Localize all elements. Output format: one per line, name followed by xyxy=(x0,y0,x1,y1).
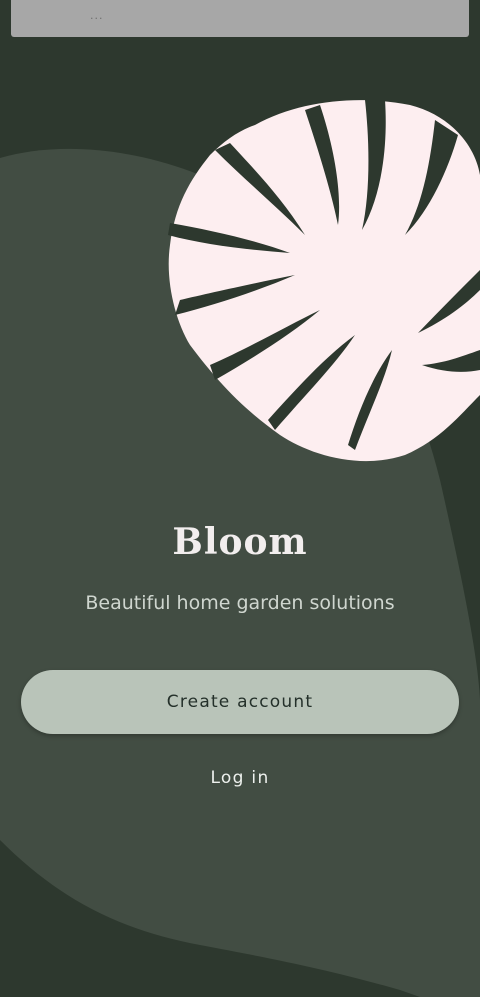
monstera-leaf-icon xyxy=(168,100,480,462)
app-tagline: Beautiful home garden solutions xyxy=(85,592,395,614)
app-title: Bloom xyxy=(172,521,308,563)
welcome-screen: ... Bloom Beautiful home garden solution… xyxy=(0,0,480,997)
status-bar: ... xyxy=(11,0,469,37)
create-account-button[interactable]: Create account xyxy=(21,670,459,734)
status-bar-dots: ... xyxy=(90,9,104,22)
login-button[interactable]: Log in xyxy=(180,760,300,796)
